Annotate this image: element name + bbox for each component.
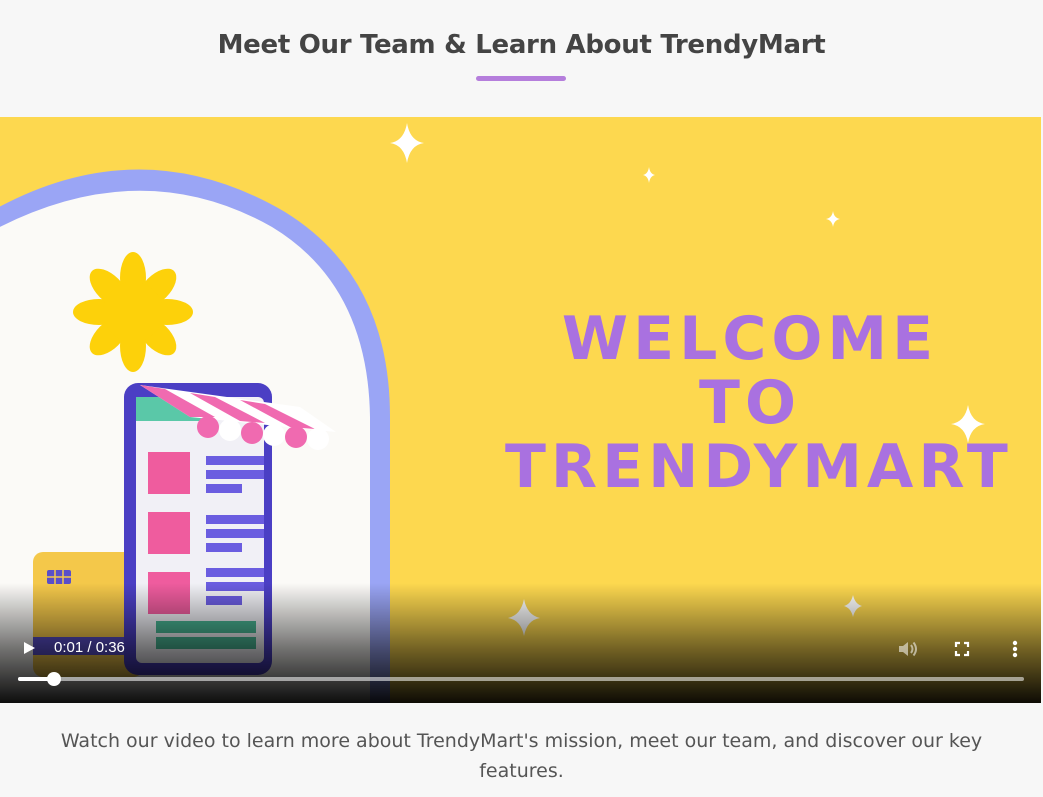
play-button[interactable] (18, 637, 40, 659)
volume-icon (899, 641, 917, 657)
page-title: Meet Our Team & Learn About TrendyMart (217, 30, 826, 60)
video-caption: Watch our video to learn more about Tren… (60, 730, 983, 782)
fullscreen-icon (954, 641, 970, 657)
controls-overlay (0, 583, 1041, 703)
welcome-headline: WELCOME TO TRENDYMART (505, 304, 1013, 502)
welcome-line: TO (699, 368, 801, 438)
progress-bar[interactable] (18, 672, 1024, 686)
video-player[interactable]: WELCOME TO TRENDYMART 0:01 / 0:36 (0, 117, 1041, 703)
fullscreen-button[interactable] (951, 638, 973, 660)
more-options-button[interactable] (1005, 638, 1025, 660)
time-display: 0:01 / 0:36 (54, 639, 125, 656)
title-underline (476, 76, 566, 81)
section-header: Meet Our Team & Learn About TrendyMart (0, 0, 1043, 117)
welcome-line: TRENDYMART (505, 432, 1013, 502)
more-vertical-icon (1012, 640, 1018, 658)
play-icon (24, 642, 35, 654)
mute-button[interactable] (896, 638, 920, 660)
welcome-line: WELCOME (561, 304, 939, 374)
